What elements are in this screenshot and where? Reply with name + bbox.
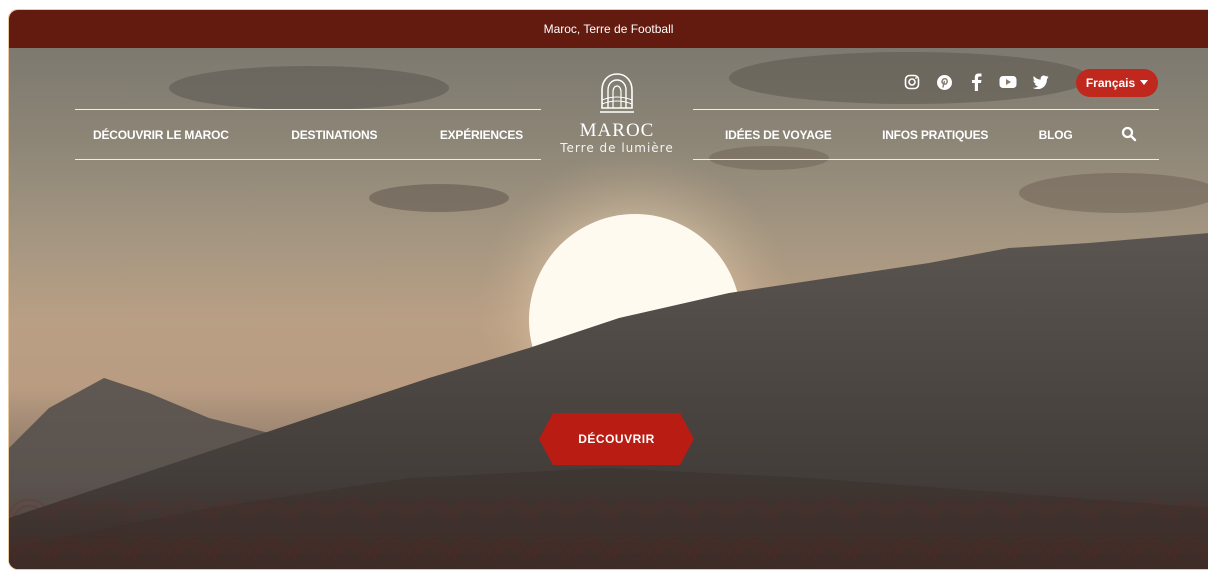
pinterest-icon[interactable] — [935, 73, 953, 91]
nav-item-idees-de-voyage[interactable]: IDÉES DE VOYAGE — [725, 128, 832, 142]
nav-item-decouvrir-le-maroc[interactable]: DÉCOUVRIR LE MAROC — [93, 128, 229, 142]
announcement-text[interactable]: Maroc, Terre de Football — [544, 22, 674, 36]
social-links — [903, 69, 1049, 95]
nav-item-experiences[interactable]: EXPÉRIENCES — [440, 128, 523, 142]
discover-button-label: DÉCOUVRIR — [578, 432, 655, 446]
decorative-arch-pattern — [9, 481, 1208, 569]
search-icon[interactable] — [1121, 126, 1137, 142]
youtube-icon[interactable] — [999, 73, 1017, 91]
caret-down-icon — [1140, 80, 1149, 85]
language-selected-label: Français — [1085, 76, 1136, 90]
facebook-icon[interactable] — [967, 73, 985, 91]
instagram-icon[interactable] — [903, 73, 921, 91]
main-nav-right: IDÉES DE VOYAGE INFOS PRATIQUES BLOG — [693, 109, 1159, 160]
discover-button[interactable]: DÉCOUVRIR — [539, 413, 694, 465]
maroc-emblem-icon — [600, 73, 634, 113]
logo-subtitle: Terre de lumière — [560, 141, 674, 155]
nav-item-destinations[interactable]: DESTINATIONS — [291, 128, 377, 142]
twitter-icon[interactable] — [1031, 73, 1049, 91]
logo-title: MAROC — [579, 120, 655, 141]
language-selector[interactable]: Français — [1076, 69, 1158, 97]
announcement-bar[interactable]: Maroc, Terre de Football — [9, 10, 1208, 48]
nav-item-blog[interactable]: BLOG — [1039, 128, 1073, 142]
nav-item-infos-pratiques[interactable]: INFOS PRATIQUES — [882, 128, 988, 142]
main-nav-left: DÉCOUVRIR LE MAROC DESTINATIONS EXPÉRIEN… — [75, 109, 541, 160]
page-frame: Maroc, Terre de Football DÉCOUVRIR LE MA… — [8, 9, 1208, 570]
site-logo[interactable]: MAROC Terre de lumière — [549, 72, 685, 172]
